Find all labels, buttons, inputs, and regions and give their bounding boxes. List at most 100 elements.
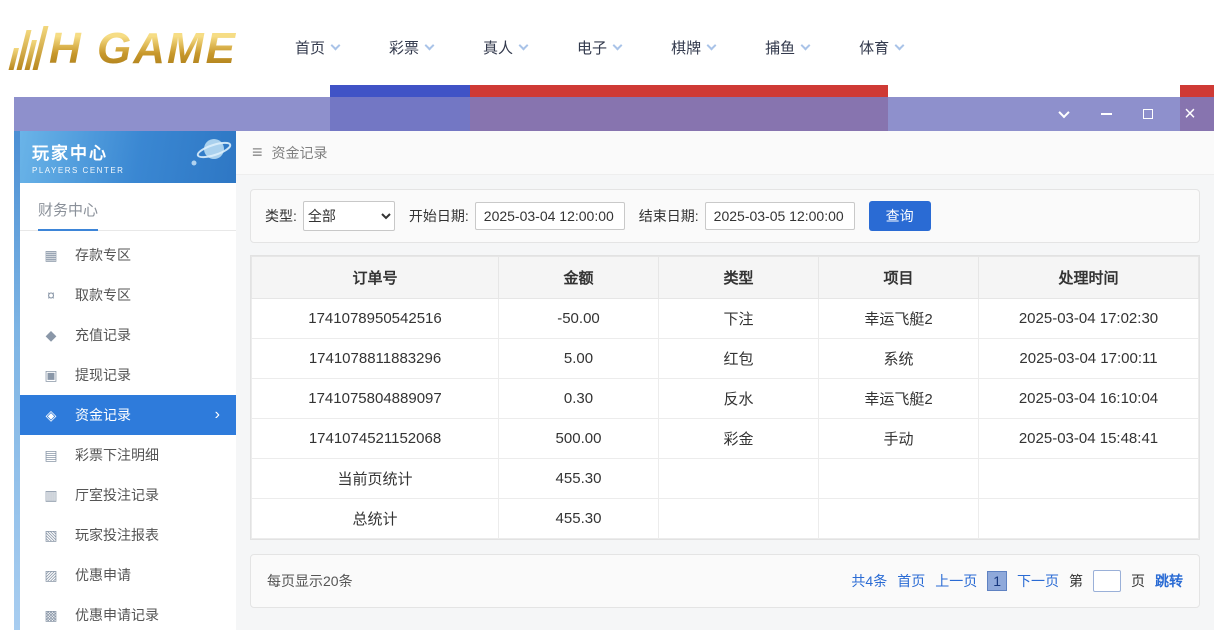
cell-label: 总统计: [252, 499, 499, 539]
table-row: 1741074521152068 500.00 彩金 手动 2025-03-04…: [252, 419, 1199, 459]
sidebar-item-player-bet-report[interactable]: ▧ 玩家投注报表: [20, 515, 236, 555]
col-type: 类型: [659, 257, 819, 299]
sidebar-item-recharge-record[interactable]: ◆ 充值记录: [20, 315, 236, 355]
sidebar: 玩家中心 PLAYERS CENTER 财务中心 ▦ 存款专区: [20, 131, 236, 630]
main-nav: 首页 彩票 真人 电子 棋牌 捕鱼 体育: [295, 37, 903, 58]
next-page-link[interactable]: 下一页: [1017, 571, 1059, 591]
cell-amount: 455.30: [499, 459, 659, 499]
jump-button[interactable]: 跳转: [1155, 571, 1183, 591]
cell-amount: 500.00: [499, 419, 659, 459]
table-header-row: 订单号 金额 类型 项目 处理时间: [252, 257, 1199, 299]
col-order-id: 订单号: [252, 257, 499, 299]
chevron-down-icon: [425, 41, 435, 51]
menu-burger-icon[interactable]: ≡: [252, 142, 263, 163]
chevron-down-icon: [613, 41, 623, 51]
breadcrumb: ≡ 资金记录: [236, 131, 1214, 175]
nav-item-live[interactable]: 真人: [483, 37, 527, 58]
query-button[interactable]: 查询: [869, 201, 931, 231]
table-row-grand-total: 总统计 455.30: [252, 499, 1199, 539]
sidebar-item-promo-apply-record[interactable]: ▩ 优惠申请记录: [20, 595, 236, 635]
page-title: 资金记录: [272, 143, 328, 163]
promo-apply-record-icon: ▩: [42, 607, 60, 624]
sidebar-menu: ▦ 存款专区 ¤ 取款专区 ◆ 充值记录 ▣ 提现记录 ◈ 资金记录: [20, 231, 236, 635]
withdraw-record-icon: ▣: [42, 367, 60, 384]
nav-item-slots[interactable]: 电子: [577, 37, 621, 58]
table-row-page-total: 当前页统计 455.30: [252, 459, 1199, 499]
col-amount: 金额: [499, 257, 659, 299]
chevron-down-icon: [519, 41, 529, 51]
sidebar-header: 玩家中心 PLAYERS CENTER: [20, 131, 236, 183]
window-minimize-button[interactable]: [1098, 106, 1114, 122]
first-page-link[interactable]: 首页: [897, 571, 925, 591]
cell-type: 彩金: [659, 419, 819, 459]
nav-item-cards[interactable]: 棋牌: [671, 37, 715, 58]
player-center-window: × 玩家中心 PLAYERS CENTER 财务中心: [14, 97, 1214, 630]
sidebar-item-lottery-bet-detail[interactable]: ▤ 彩票下注明细: [20, 435, 236, 475]
sidebar-item-withdraw-record[interactable]: ▣ 提现记录: [20, 355, 236, 395]
cell-project: 幸运飞艇2: [819, 379, 979, 419]
cell-project: 手动: [819, 419, 979, 459]
deposit-icon: ▦: [42, 247, 60, 264]
table-row: 1741075804889097 0.30 反水 幸运飞艇2 2025-03-0…: [252, 379, 1199, 419]
cell-order-id: 1741078950542516: [252, 299, 499, 339]
logo-text: H GAME: [49, 28, 237, 70]
cell-project: 系统: [819, 339, 979, 379]
current-page-button[interactable]: 1: [987, 571, 1007, 591]
pagination-bar: 每页显示20条 共4条 首页 上一页 1 下一页 第 页 跳转: [250, 554, 1200, 608]
end-date-input[interactable]: [705, 202, 855, 230]
table-row: 1741078811883296 5.00 红包 系统 2025-03-04 1…: [252, 339, 1199, 379]
chevron-down-icon: [331, 41, 341, 51]
cell-type: 下注: [659, 299, 819, 339]
nav-item-home[interactable]: 首页: [295, 37, 339, 58]
sidebar-item-withdraw-zone[interactable]: ¤ 取款专区: [20, 275, 236, 315]
chevron-down-icon: [801, 41, 811, 51]
prev-page-link[interactable]: 上一页: [935, 571, 977, 591]
nav-item-lottery[interactable]: 彩票: [389, 37, 433, 58]
start-date-input[interactable]: [475, 202, 625, 230]
cell-amount: 5.00: [499, 339, 659, 379]
sidebar-section-finance: 财务中心: [20, 183, 236, 231]
site-logo[interactable]: H GAME: [14, 26, 237, 70]
cell-amount: 455.30: [499, 499, 659, 539]
jump-suffix-label: 页: [1131, 571, 1145, 591]
cell-project: 幸运飞艇2: [819, 299, 979, 339]
nav-item-sports[interactable]: 体育: [859, 37, 903, 58]
chevron-down-icon: [1058, 107, 1069, 118]
maximize-icon: [1143, 109, 1153, 119]
window-titlebar: ×: [14, 97, 1214, 131]
close-icon: ×: [1184, 107, 1196, 121]
sidebar-item-deposit-zone[interactable]: ▦ 存款专区: [20, 235, 236, 275]
cell-order-id: 1741074521152068: [252, 419, 499, 459]
cell-time: 2025-03-04 16:10:04: [979, 379, 1199, 419]
cell-amount: -50.00: [499, 299, 659, 339]
page-jump-input[interactable]: [1093, 570, 1121, 592]
chevron-down-icon: [895, 41, 905, 51]
lottery-bet-detail-icon: ▤: [42, 447, 60, 464]
player-bet-report-icon: ▧: [42, 527, 60, 544]
nav-item-fishing[interactable]: 捕鱼: [765, 37, 809, 58]
chevron-down-icon: [707, 41, 717, 51]
total-count: 共4条: [851, 571, 887, 591]
cell-time: 2025-03-04 17:02:30: [979, 299, 1199, 339]
sidebar-item-funds-record[interactable]: ◈ 资金记录 ›: [20, 395, 236, 435]
minimize-icon: [1101, 113, 1112, 115]
cell-type: 红包: [659, 339, 819, 379]
cell-amount: 0.30: [499, 379, 659, 419]
site-header: H GAME 首页 彩票 真人 电子 棋牌 捕鱼 体育: [0, 0, 1214, 95]
window-maximize-button[interactable]: [1140, 106, 1156, 122]
recharge-record-icon: ◆: [42, 327, 60, 344]
hall-bet-record-icon: ▥: [42, 487, 60, 504]
type-select[interactable]: 全部: [303, 201, 395, 231]
cell-order-id: 1741075804889097: [252, 379, 499, 419]
sidebar-item-promo-apply[interactable]: ▨ 优惠申请: [20, 555, 236, 595]
chevron-right-icon: ›: [215, 406, 220, 424]
withdraw-zone-icon: ¤: [42, 287, 60, 303]
window-collapse-button[interactable]: [1056, 106, 1072, 122]
funds-table: 订单号 金额 类型 项目 处理时间 1741078950542516 -50.0…: [250, 255, 1200, 540]
cell-time: 2025-03-04 15:48:41: [979, 419, 1199, 459]
cell-order-id: 1741078811883296: [252, 339, 499, 379]
window-close-button[interactable]: ×: [1182, 106, 1198, 122]
sidebar-item-hall-bet-record[interactable]: ▥ 厅室投注记录: [20, 475, 236, 515]
promo-apply-icon: ▨: [42, 567, 60, 584]
start-date-label: 开始日期:: [409, 206, 469, 226]
